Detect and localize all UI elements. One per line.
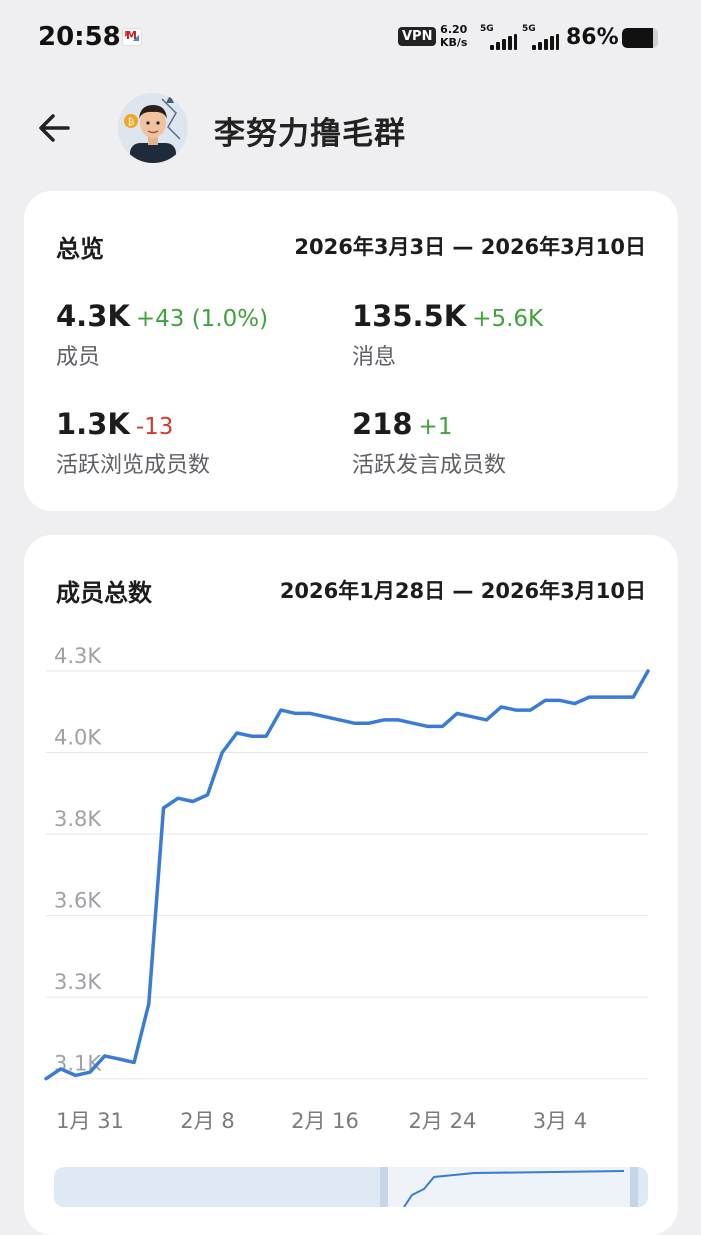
stat-value: 218 [352, 407, 413, 441]
stat-delta: +1 [418, 414, 453, 440]
stat-delta: +5.6K [472, 306, 544, 332]
chart-title: 成员总数 [56, 579, 152, 607]
speed-value: 6.20 [440, 23, 468, 36]
stat-active-posters: 218 +1 活跃发言成员数 [352, 407, 506, 479]
stat-value: 4.3K [56, 299, 130, 333]
battery-percent: 86% [566, 25, 619, 50]
group-avatar[interactable]: ₿ [118, 93, 188, 163]
back-button[interactable] [34, 108, 74, 148]
status-time: 20:58 [38, 22, 121, 52]
vpn-badge: VPN [398, 27, 437, 46]
avatar-illustration: ₿ [118, 93, 188, 163]
stat-active-viewers: 1.3K -13 活跃浏览成员数 [56, 407, 210, 479]
overview-title: 总览 [56, 235, 104, 263]
status-bar: 20:58 M VPN 6.20 KB/s 5G 5G 86% [0, 0, 701, 78]
stat-value: 135.5K [352, 299, 467, 333]
mini-line-chart [403, 1170, 625, 1207]
stat-messages: 135.5K +5.6K 消息 [352, 299, 543, 371]
arrow-left-icon [39, 114, 70, 142]
sim2-label: 5G [522, 24, 536, 34]
chart-range-slider[interactable] [54, 1167, 648, 1207]
stat-members: 4.3K +43 (1.0%) 成员 [56, 299, 268, 371]
overview-card: 总览 2026年3月3日 — 2026年3月10日 4.3K +43 (1.0%)… [24, 191, 678, 511]
overview-range[interactable]: 2026年3月3日 — 2026年3月10日 [294, 231, 646, 261]
stat-label: 活跃发言成员数 [352, 453, 507, 478]
stat-value: 1.3K [56, 407, 130, 441]
members-chart-card: 成员总数 2026年1月28日 — 2026年3月10日 [24, 535, 678, 1235]
mail-notification-icon: M [122, 28, 142, 46]
group-title: 李努力撸毛群 [214, 116, 406, 152]
svg-text:₿: ₿ [128, 117, 135, 128]
stat-label: 成员 [56, 345, 101, 370]
stat-delta: +43 (1.0%) [135, 306, 269, 332]
stat-delta: -13 [135, 414, 174, 440]
battery-icon [622, 28, 658, 48]
stat-label: 活跃浏览成员数 [56, 453, 211, 478]
sim1-label: 5G [480, 24, 494, 34]
network-speed: 6.20 KB/s [440, 23, 467, 49]
stat-label: 消息 [352, 345, 397, 370]
battery-level-fill [622, 28, 653, 48]
speed-unit: KB/s [440, 36, 468, 49]
chart-range[interactable]: 2026年1月28日 — 2026年3月10日 [280, 575, 646, 605]
mini-series-line [403, 1170, 625, 1207]
